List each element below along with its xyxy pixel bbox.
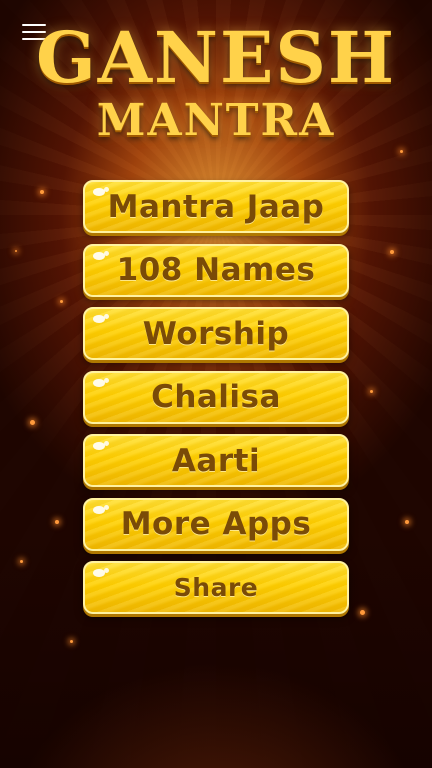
mantra-jaap-button[interactable]: Mantra Jaap [83, 180, 349, 233]
worship-button[interactable]: Worship [83, 307, 349, 360]
app-title: GANESH MANTRA [0, 18, 432, 144]
more-apps-button[interactable]: More Apps [83, 497, 349, 551]
title-line-2: MANTRA [96, 95, 336, 146]
button-label: Aarti [171, 442, 261, 479]
aarti-button[interactable]: Aarti [83, 434, 349, 487]
button-label: Share [173, 573, 259, 602]
button-label: Chalisa [151, 379, 281, 415]
chalisa-button[interactable]: Chalisa [83, 370, 349, 424]
share-button[interactable]: Share [83, 561, 349, 614]
108-names-button[interactable]: 108 Names [83, 243, 349, 297]
main-menu: Mantra Jaap 108 Names Worship Chalisa Aa… [83, 180, 349, 625]
button-label: More Apps [120, 506, 312, 542]
button-label: Mantra Jaap [107, 188, 325, 225]
title-line-1: GANESH [35, 16, 397, 99]
button-label: Worship [142, 315, 290, 352]
button-label: 108 Names [116, 252, 316, 288]
